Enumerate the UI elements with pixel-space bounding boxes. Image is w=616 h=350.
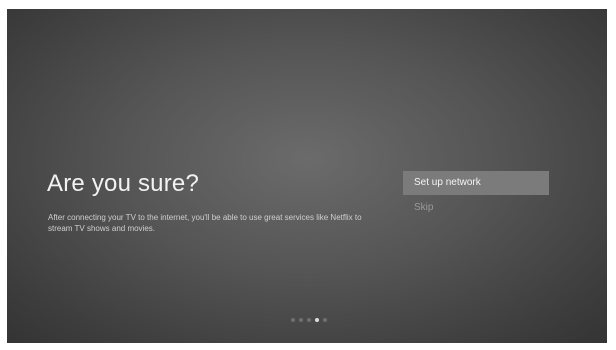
page-dot-4 <box>315 318 319 322</box>
page-description: After connecting your TV to the internet… <box>48 213 362 233</box>
skip-button[interactable]: Skip <box>403 196 549 220</box>
page-dot-1 <box>291 318 295 322</box>
page-dot-2 <box>299 318 303 322</box>
page-indicator <box>291 318 327 322</box>
page-title: Are you sure? <box>47 170 200 197</box>
set-up-network-button[interactable]: Set up network <box>403 171 549 195</box>
options-menu: Set up network Skip <box>403 171 549 220</box>
page-dot-3 <box>307 318 311 322</box>
page-dot-5 <box>323 318 327 322</box>
setup-screen: Are you sure? After connecting your TV t… <box>7 9 607 343</box>
